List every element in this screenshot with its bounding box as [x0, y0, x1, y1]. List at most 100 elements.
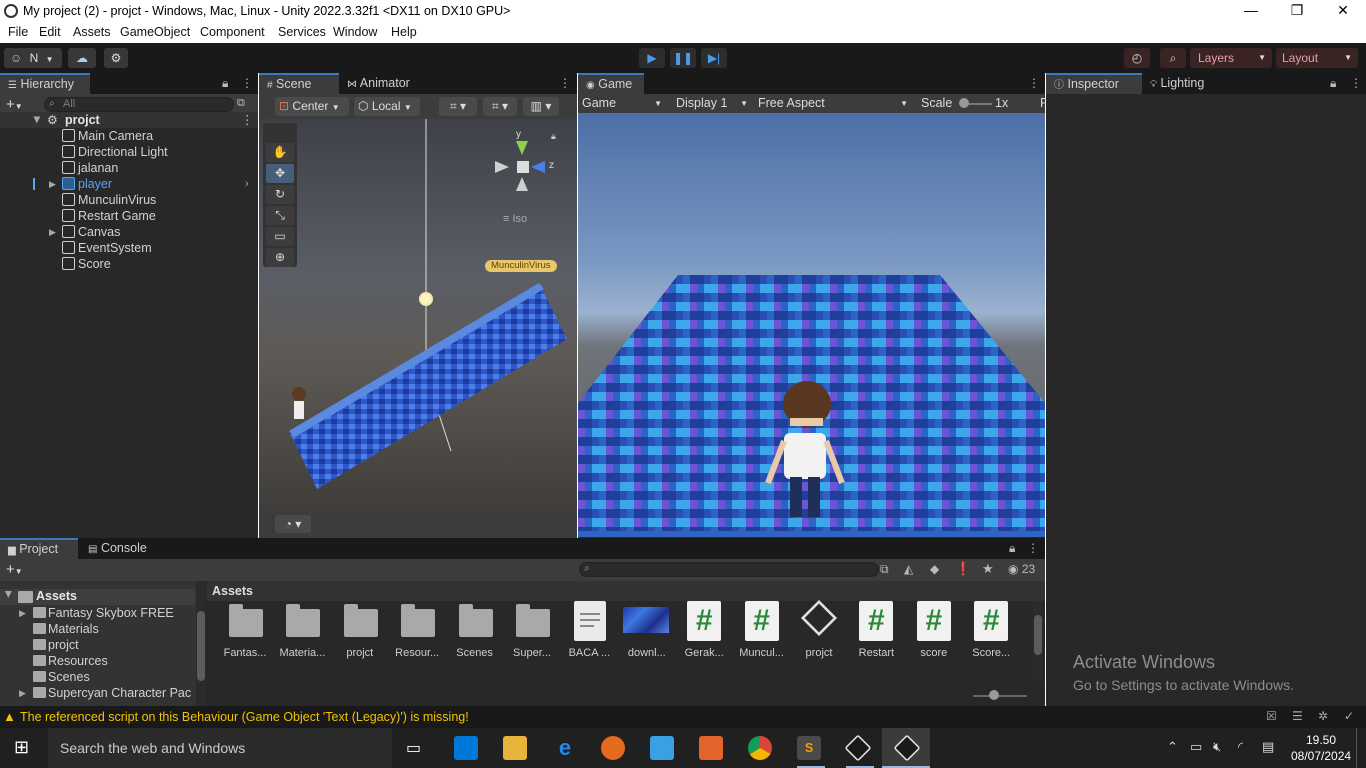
- aspect-dropdown[interactable]: Free Aspect ▼: [752, 94, 912, 113]
- menu-edit[interactable]: Edit: [39, 25, 61, 39]
- icon-size-slider[interactable]: [973, 695, 1027, 697]
- layout-dropdown[interactable]: Layout ▼: [1276, 48, 1358, 68]
- battery-icon[interactable]: ▭: [1190, 739, 1202, 755]
- menu-window[interactable]: Window: [333, 25, 377, 39]
- clock-time[interactable]: 19.50: [1306, 733, 1336, 747]
- close-button[interactable]: ✕: [1320, 0, 1366, 23]
- kebab-menu-icon[interactable]: ⋮: [241, 112, 254, 128]
- add-object-button[interactable]: +▼: [6, 96, 23, 113]
- file-explorer-icon[interactable]: [503, 736, 527, 760]
- keyboard-icon[interactable]: ▤: [1262, 739, 1274, 755]
- hierarchy-item[interactable]: MunculinVirus: [0, 192, 258, 208]
- hierarchy-item[interactable]: Directional Light: [0, 144, 258, 160]
- tree-root-row[interactable]: ▶ Assets: [0, 589, 195, 605]
- projection-toggle[interactable]: ≡ Iso: [503, 213, 527, 225]
- layers-dropdown[interactable]: Layers ▼: [1190, 48, 1272, 68]
- asset-scrollbar[interactable]: [1033, 601, 1043, 681]
- expand-arrow-icon[interactable]: ▶: [49, 224, 56, 240]
- tree-item[interactable]: ▶ Fantasy Skybox FREE: [0, 605, 195, 621]
- hierarchy-item[interactable]: Restart Game: [0, 208, 258, 224]
- sublime-text-icon[interactable]: S: [797, 736, 821, 760]
- status-message[interactable]: The referenced script on this Behaviour …: [20, 710, 469, 724]
- expand-arrow-icon[interactable]: ▶: [49, 176, 56, 192]
- pause-button[interactable]: ❚❚: [670, 48, 696, 68]
- hierarchy-item[interactable]: Score: [0, 256, 258, 272]
- asset-scrollbar-thumb[interactable]: [1034, 615, 1042, 655]
- lock-icon[interactable]: 🔒︎: [222, 76, 228, 91]
- orientation-gizmo[interactable]: y z 🔒︎ ≡ Iso: [489, 129, 559, 229]
- xampp-icon[interactable]: [699, 736, 723, 760]
- check-icon[interactable]: ✓: [1344, 709, 1354, 723]
- tree-scrollbar-thumb[interactable]: [197, 611, 205, 681]
- scene-search-icon[interactable]: ⧉: [237, 97, 245, 110]
- hierarchy-item[interactable]: Main Camera: [0, 128, 258, 144]
- global-illumination-icon[interactable]: ☒: [1266, 709, 1277, 723]
- kebab-menu-icon[interactable]: ⋮: [559, 76, 571, 90]
- lock-icon[interactable]: 🔒︎: [551, 131, 556, 142]
- menu-services[interactable]: Services: [278, 25, 326, 39]
- menu-file[interactable]: File: [8, 25, 28, 39]
- minimize-button[interactable]: —: [1228, 0, 1274, 23]
- tab-animator[interactable]: ⋈ Animator: [339, 73, 418, 94]
- account-button[interactable]: ☺ N ▼: [4, 48, 62, 68]
- create-asset-button[interactable]: +▼: [6, 561, 23, 578]
- tab-inspector[interactable]: ⓘ Inspector: [1046, 73, 1142, 94]
- expand-arrow-icon[interactable]: ▶: [19, 685, 26, 701]
- expand-arrow-icon[interactable]: ▶: [3, 591, 14, 598]
- hierarchy-item[interactable]: jalanan: [0, 160, 258, 176]
- tab-hierarchy[interactable]: ☰ Hierarchy: [0, 73, 90, 94]
- grid-visibility-button[interactable]: ⌗ ▾: [439, 97, 477, 116]
- search-button[interactable]: ⌕: [1160, 48, 1186, 68]
- tree-item[interactable]: Resources: [0, 653, 195, 669]
- firefox-icon[interactable]: [601, 736, 625, 760]
- news-icon[interactable]: [650, 736, 674, 760]
- scene-row[interactable]: ▶ ⚙ projct ⋮: [0, 112, 258, 128]
- undo-history-button[interactable]: ◴: [1124, 48, 1150, 68]
- collab-button[interactable]: ⚙: [104, 48, 128, 68]
- scene-view[interactable]: ✋ ✥ ↻ ⤡ ▭ ⊕ y z 🔒︎ ≡ Iso MunculinVirus: [259, 119, 577, 511]
- menu-component[interactable]: Component: [200, 25, 265, 39]
- maximize-button[interactable]: ❐: [1274, 0, 1320, 23]
- expand-arrow-icon[interactable]: ▶: [29, 117, 45, 124]
- tree-item[interactable]: projct: [0, 637, 195, 653]
- space-dropdown[interactable]: ⬡ Local ▼: [354, 97, 420, 116]
- wifi-icon[interactable]: ◜: [1238, 739, 1243, 755]
- tab-scene[interactable]: # Scene: [259, 73, 339, 94]
- clock-date[interactable]: 08/07/2024: [1291, 749, 1351, 763]
- tab-game[interactable]: ◉ Game: [578, 73, 644, 94]
- kebab-menu-icon[interactable]: ⋮: [241, 76, 253, 90]
- icon-size-slider-thumb[interactable]: [989, 690, 999, 700]
- menu-gameobject[interactable]: GameObject: [120, 25, 190, 39]
- tree-item[interactable]: Materials: [0, 621, 195, 637]
- windows-start-button[interactable]: ⊞: [14, 737, 29, 758]
- hierarchy-item[interactable]: ▶ player ›: [0, 176, 258, 192]
- store-icon[interactable]: [454, 736, 478, 760]
- hierarchy-search-field[interactable]: ⌕ All: [44, 97, 234, 112]
- kebab-menu-icon[interactable]: ⋮: [1350, 76, 1362, 90]
- menu-assets[interactable]: Assets: [73, 25, 111, 39]
- game-view[interactable]: [578, 113, 1045, 537]
- game-mode-dropdown[interactable]: Game ▼: [578, 94, 666, 113]
- expand-arrow-icon[interactable]: ▶: [19, 605, 26, 621]
- tray-chevron-up-icon[interactable]: ⌃: [1167, 739, 1178, 755]
- play-button[interactable]: ▶: [639, 48, 665, 68]
- cloud-button[interactable]: ☁: [68, 48, 96, 68]
- unity-editor-task[interactable]: [882, 728, 930, 768]
- scale-slider-thumb[interactable]: [959, 98, 969, 108]
- cache-server-icon[interactable]: ☰: [1292, 709, 1303, 723]
- task-view-icon[interactable]: ▭: [406, 738, 421, 758]
- tab-console[interactable]: ▤ Console: [80, 538, 155, 559]
- hierarchy-item[interactable]: ▶ Canvas: [0, 224, 258, 240]
- tree-scrollbar[interactable]: [196, 581, 206, 706]
- volume-muted-icon[interactable]: 🔇︎: [1213, 739, 1221, 755]
- pivot-dropdown[interactable]: ⊡ Center ▼: [275, 97, 349, 116]
- hierarchy-item[interactable]: EventSystem: [0, 240, 258, 256]
- tree-item[interactable]: Scenes: [0, 669, 195, 685]
- increment-snap-button[interactable]: ▥ ▾: [523, 97, 559, 116]
- tree-item[interactable]: ▶ Supercyan Character Pac: [0, 685, 195, 701]
- tab-project[interactable]: ▆ Project: [0, 538, 78, 559]
- step-button[interactable]: ▶|: [701, 48, 727, 68]
- edge-icon[interactable]: e: [553, 736, 577, 760]
- show-desktop-button[interactable]: [1356, 728, 1366, 768]
- menu-help[interactable]: Help: [391, 25, 417, 39]
